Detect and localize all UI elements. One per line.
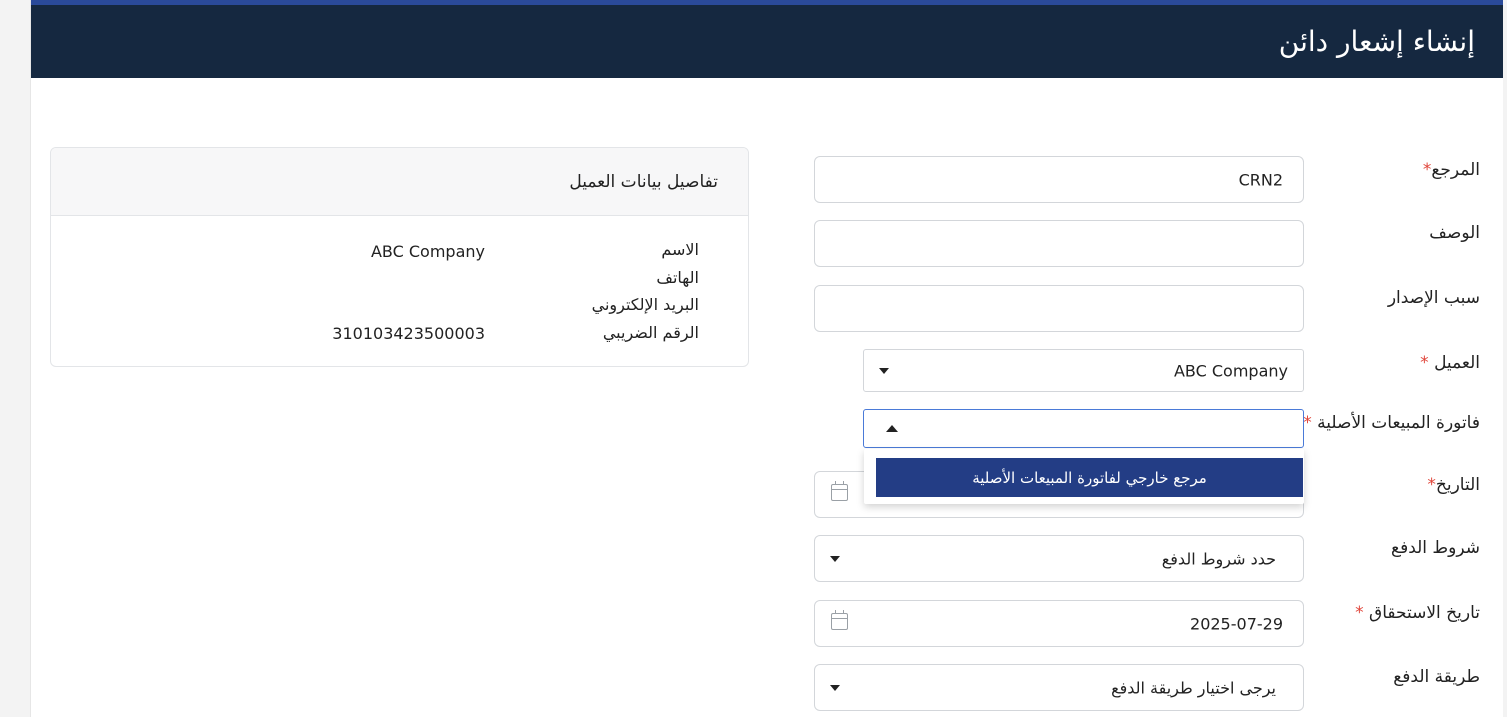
due-date-value: 2025-07-29 xyxy=(1190,614,1283,633)
payment-method-value: يرجى اختيار طريقة الدفع xyxy=(1111,678,1276,697)
customer-value: ABC Company xyxy=(1173,361,1288,380)
reference-label: المرجع* xyxy=(1422,160,1480,180)
customer-details-title: تفاصيل بيانات العميل xyxy=(569,172,718,192)
page-title: إنشاء إشعار دائن xyxy=(1278,25,1475,58)
customer-email-label: البريد الإلكتروني xyxy=(591,295,699,314)
customer-phone-label: الهاتف xyxy=(656,268,699,287)
calendar-icon[interactable] xyxy=(831,610,848,630)
reference-input[interactable]: CRN2 xyxy=(814,156,1304,203)
customer-details-header: تفاصيل بيانات العميل xyxy=(51,148,748,216)
customer-label: العميل * xyxy=(1420,353,1480,373)
caret-down-icon xyxy=(830,555,840,562)
reference-value: CRN2 xyxy=(1238,170,1283,189)
dropdown-option-external-reference[interactable]: مرجع خارجي لفاتورة المبيعات الأصلية xyxy=(876,458,1303,497)
due-date-input[interactable]: 2025-07-29 xyxy=(814,600,1304,647)
customer-tax-number-value: 310103423500003 xyxy=(332,324,485,343)
payment-terms-value: حدد شروط الدفع xyxy=(1161,549,1276,568)
due-date-label: تاريخ الاستحقاق * xyxy=(1355,603,1480,623)
payment-terms-select[interactable]: حدد شروط الدفع xyxy=(814,535,1304,582)
caret-down-icon xyxy=(830,684,840,691)
description-input[interactable] xyxy=(814,220,1304,267)
original-invoice-select[interactable] xyxy=(863,409,1304,448)
customer-select[interactable]: ABC Company xyxy=(863,349,1304,392)
original-invoice-dropdown: مرجع خارجي لفاتورة المبيعات الأصلية xyxy=(864,449,1304,504)
caret-down-icon xyxy=(879,367,889,374)
customer-name-label: الاسم xyxy=(661,240,699,259)
caret-up-icon xyxy=(886,424,898,432)
payment-method-label: طريقة الدفع xyxy=(1393,667,1480,687)
original-invoice-label: فاتورة المبيعات الأصلية * xyxy=(1303,413,1480,433)
page: إنشاء إشعار دائن المرجع* CRN2 الوصف سبب … xyxy=(30,0,1503,717)
page-header: إنشاء إشعار دائن xyxy=(31,0,1503,78)
calendar-icon[interactable] xyxy=(831,481,848,501)
issue-reason-input[interactable] xyxy=(814,285,1304,332)
description-label: الوصف xyxy=(1429,223,1480,243)
customer-name-value: ABC Company xyxy=(370,242,485,261)
payment-method-select[interactable]: يرجى اختيار طريقة الدفع xyxy=(814,664,1304,711)
payment-terms-label: شروط الدفع xyxy=(1391,538,1480,558)
issue-reason-label: سبب الإصدار xyxy=(1387,288,1480,308)
date-label: التاريخ* xyxy=(1427,475,1480,495)
customer-tax-number-label: الرقم الضريبي xyxy=(602,323,699,342)
customer-details-panel: تفاصيل بيانات العميل الاسم ABC Company ا… xyxy=(50,147,749,367)
